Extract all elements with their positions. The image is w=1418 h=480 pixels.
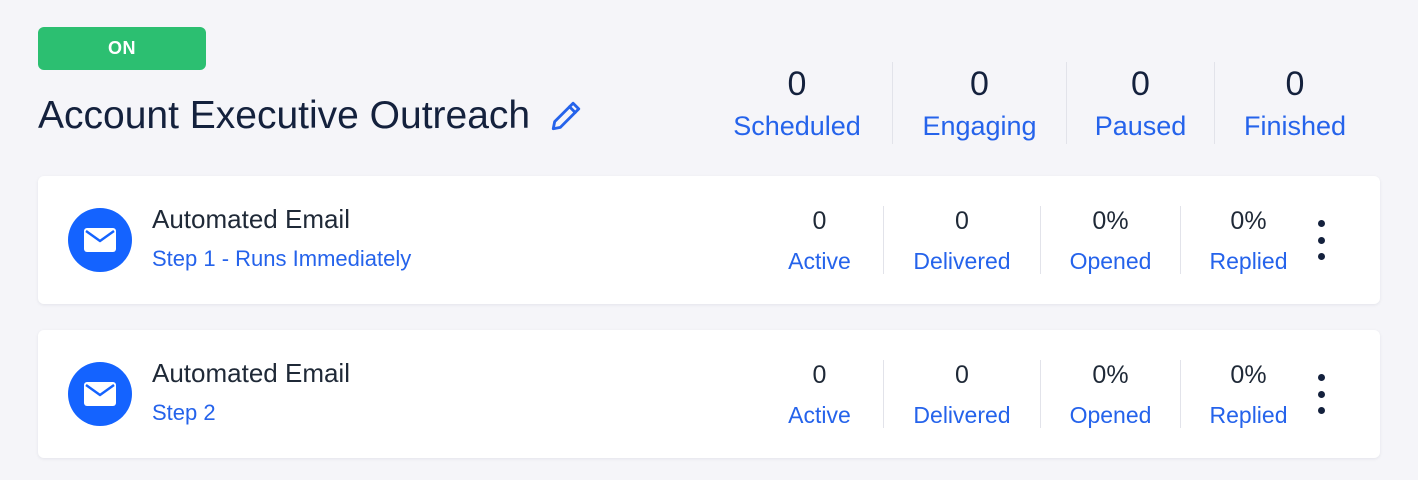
step-metrics: 0 Active 0 Delivered 0% Opened 0% Replie…: [756, 206, 1316, 274]
sequence-summary-stats: 0 Scheduled 0 Engaging 0 Paused 0 Finish…: [702, 62, 1375, 144]
kebab-menu-icon[interactable]: [1306, 374, 1336, 414]
metric-delivered[interactable]: 0 Delivered: [883, 206, 1040, 274]
metric-replied[interactable]: 0% Replied: [1180, 206, 1316, 274]
metric-label: Delivered: [913, 402, 1011, 428]
stat-value: 0: [970, 65, 989, 103]
step-card[interactable]: Automated Email Step 1 - Runs Immediatel…: [38, 176, 1380, 304]
metric-label: Replied: [1209, 402, 1288, 428]
metric-label: Opened: [1069, 248, 1152, 274]
pencil-icon[interactable]: [548, 98, 584, 134]
mail-icon: [68, 208, 132, 272]
metric-label: Opened: [1069, 402, 1152, 428]
metric-value: 0: [812, 361, 827, 389]
metric-value: 0: [812, 207, 827, 235]
metric-value: 0%: [1230, 207, 1267, 235]
stat-label: Paused: [1094, 111, 1187, 141]
metric-value: 0%: [1092, 207, 1129, 235]
metric-value: 0%: [1230, 361, 1267, 389]
stat-value: 0: [787, 65, 807, 103]
metric-value: 0: [955, 207, 969, 235]
sequence-header: Account Executive Outreach: [38, 94, 584, 138]
metric-delivered[interactable]: 0 Delivered: [883, 360, 1040, 428]
stat-scheduled[interactable]: 0 Scheduled: [702, 62, 892, 144]
stat-paused[interactable]: 0 Paused: [1066, 62, 1214, 144]
metric-value: 0%: [1092, 361, 1129, 389]
stat-finished[interactable]: 0 Finished: [1214, 62, 1375, 144]
metric-label: Delivered: [913, 248, 1011, 274]
step-type: Automated Email: [152, 204, 350, 234]
step-subtitle[interactable]: Step 2: [152, 400, 216, 426]
metric-value: 0: [955, 361, 969, 389]
metric-label: Replied: [1209, 248, 1288, 274]
stat-label: Engaging: [922, 111, 1037, 141]
step-card[interactable]: Automated Email Step 2 0 Active 0 Delive…: [38, 330, 1380, 458]
step-type: Automated Email: [152, 358, 350, 388]
metric-label: Active: [788, 402, 851, 428]
stat-value: 0: [1131, 65, 1150, 103]
page-title: Account Executive Outreach: [38, 94, 531, 137]
metric-active[interactable]: 0 Active: [756, 360, 883, 428]
kebab-menu-icon[interactable]: [1306, 220, 1336, 260]
stat-label: Scheduled: [733, 111, 861, 141]
metric-opened[interactable]: 0% Opened: [1040, 360, 1180, 428]
step-metrics: 0 Active 0 Delivered 0% Opened 0% Replie…: [756, 360, 1316, 428]
stat-value: 0: [1285, 65, 1305, 103]
metric-opened[interactable]: 0% Opened: [1040, 206, 1180, 274]
step-subtitle[interactable]: Step 1 - Runs Immediately: [152, 246, 411, 272]
stat-label: Finished: [1243, 111, 1347, 141]
stat-engaging[interactable]: 0 Engaging: [892, 62, 1066, 144]
metric-replied[interactable]: 0% Replied: [1180, 360, 1316, 428]
mail-icon: [68, 362, 132, 426]
status-toggle-on[interactable]: ON: [38, 27, 206, 70]
metric-active[interactable]: 0 Active: [756, 206, 883, 274]
metric-label: Active: [788, 248, 851, 274]
